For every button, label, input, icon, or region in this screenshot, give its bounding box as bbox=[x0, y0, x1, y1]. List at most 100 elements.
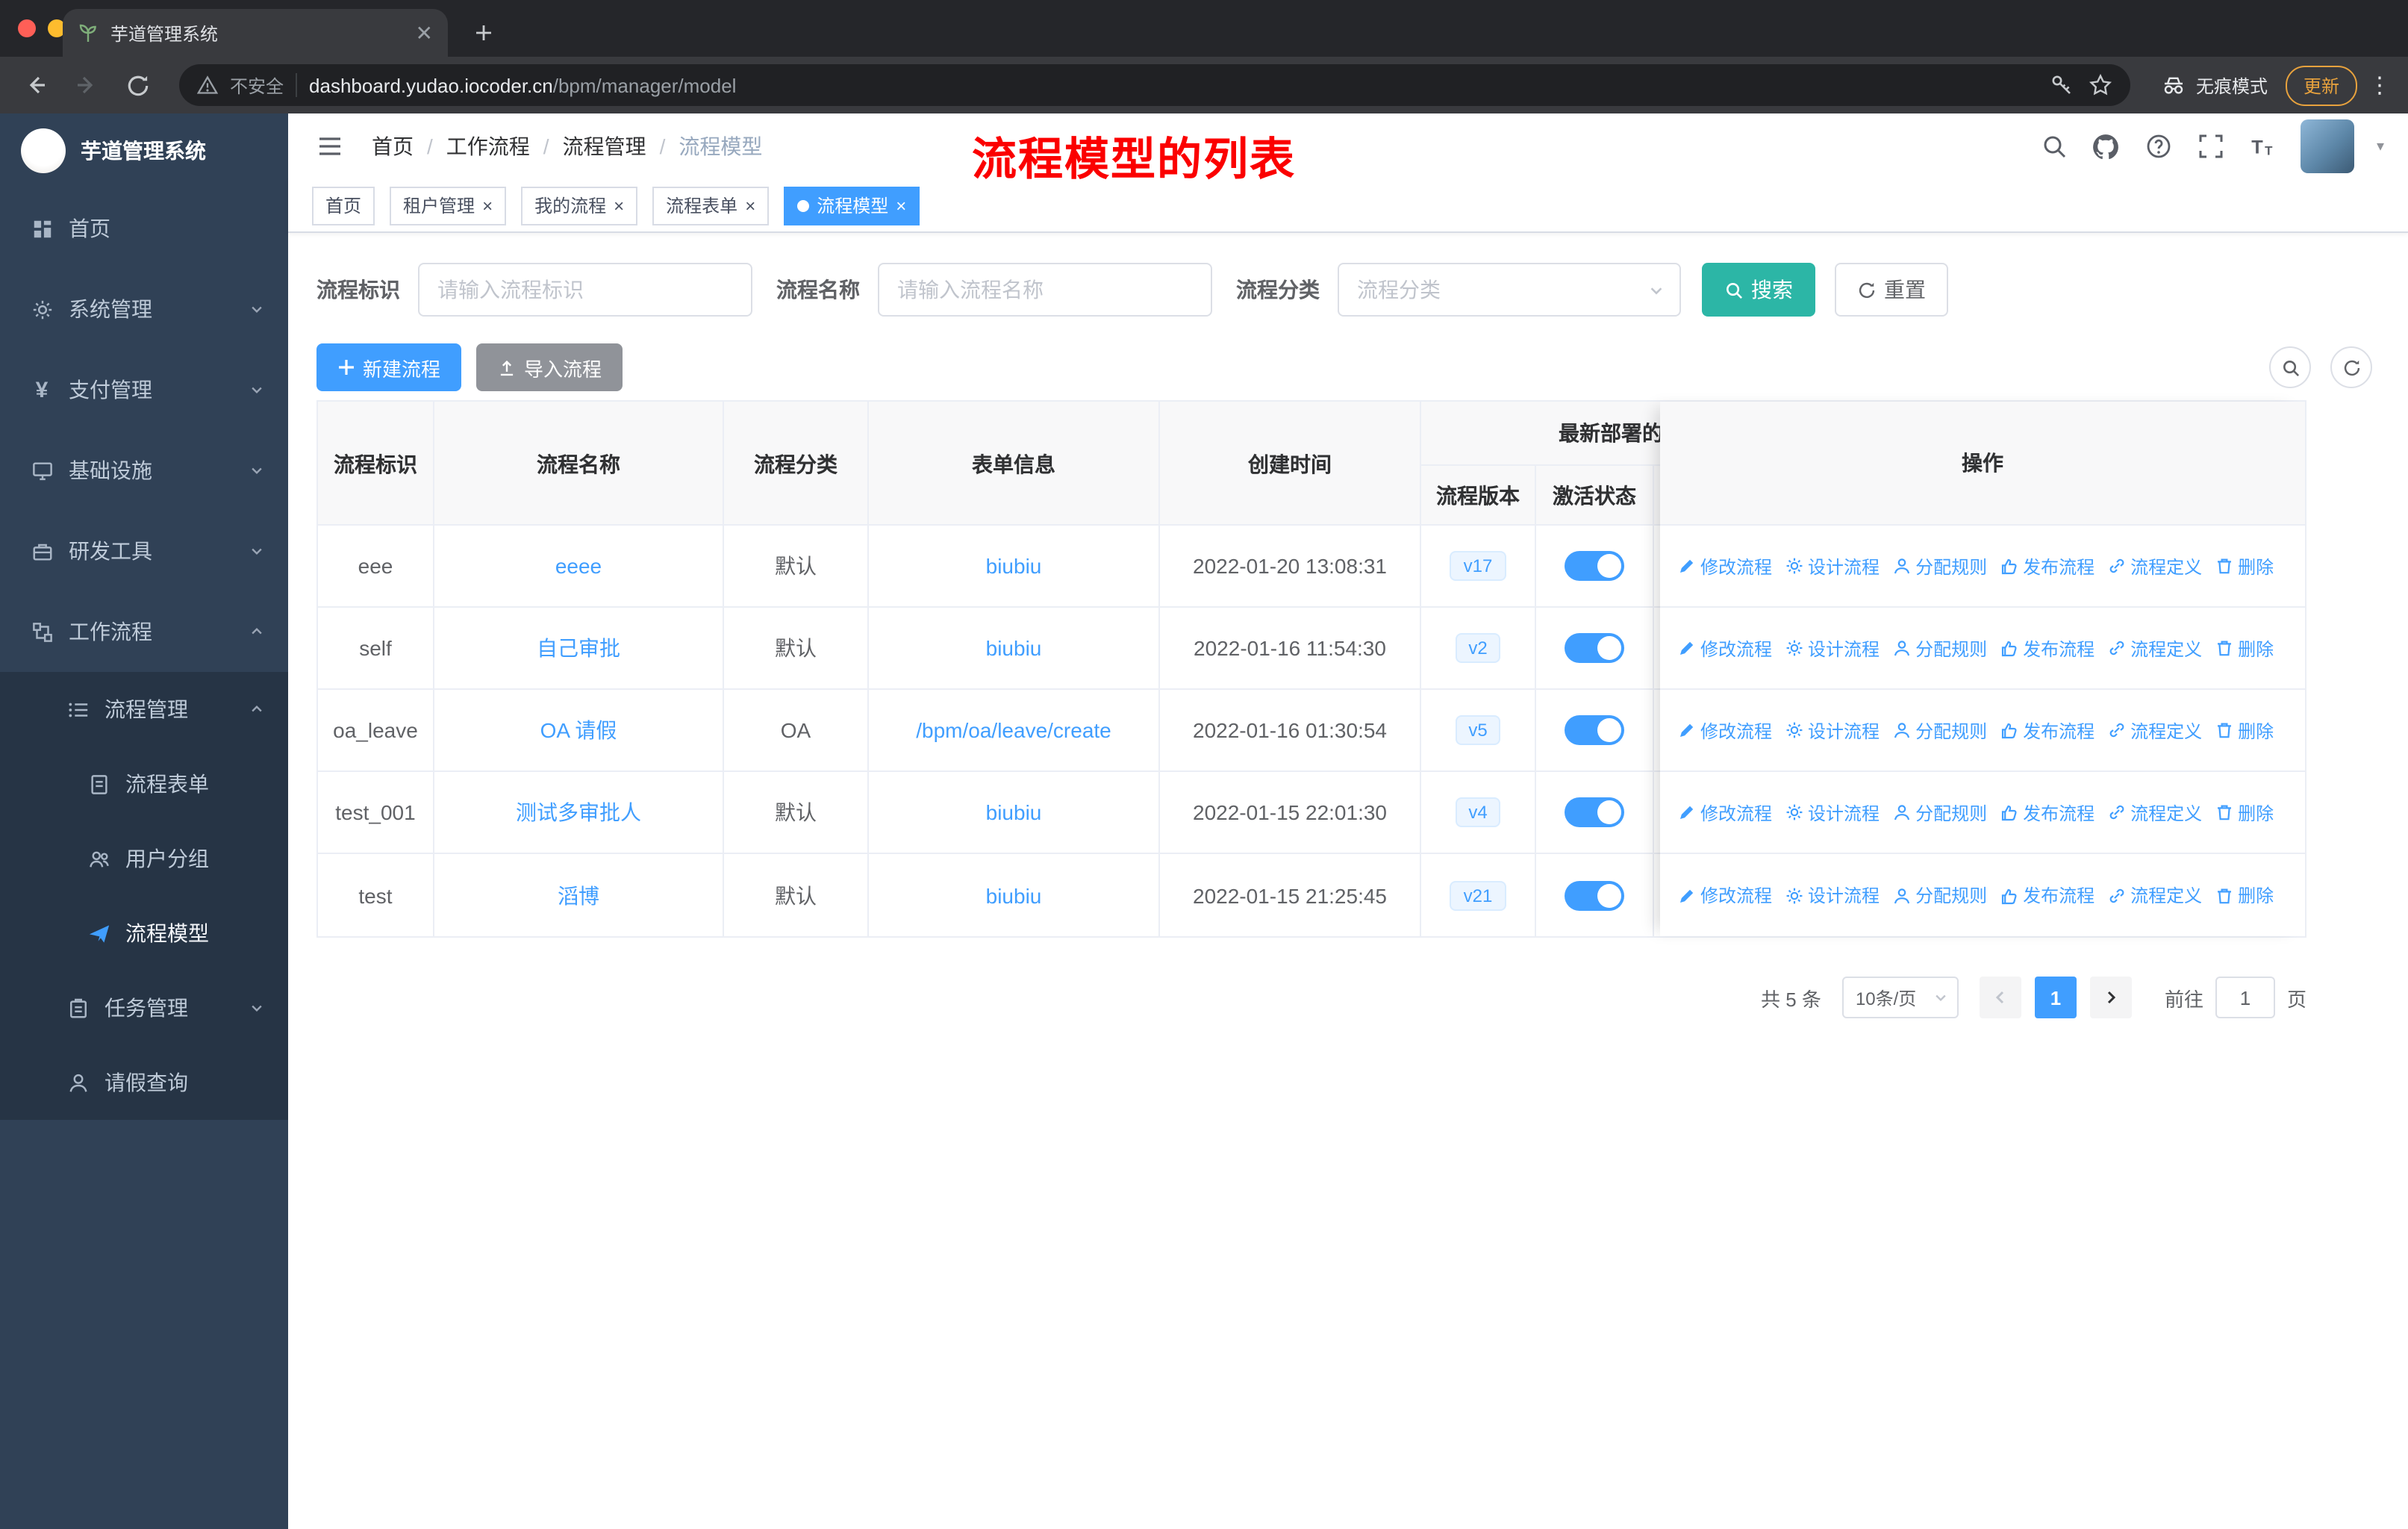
avatar-caret-icon[interactable]: ▾ bbox=[2377, 138, 2384, 155]
sidebar-item-leave-query[interactable]: 请假查询 bbox=[0, 1045, 288, 1120]
page-size-select[interactable]: 10条/页 bbox=[1841, 977, 1959, 1018]
publish-process-link[interactable]: 发布流程 bbox=[2000, 635, 2094, 661]
assign-rule-link[interactable]: 分配规则 bbox=[1893, 800, 1987, 825]
process-definition-link[interactable]: 流程定义 bbox=[2108, 635, 2202, 661]
github-icon[interactable] bbox=[2092, 131, 2121, 161]
delete-link[interactable]: 删除 bbox=[2215, 635, 2274, 661]
browser-menu-icon[interactable]: ⋮ bbox=[2366, 72, 2393, 99]
sidebar-item-task-management[interactable]: 任务管理 bbox=[0, 971, 288, 1045]
process-definition-link[interactable]: 流程定义 bbox=[2108, 882, 2202, 908]
sidebar-item-user-group[interactable]: 用户分组 bbox=[0, 821, 288, 896]
active-toggle[interactable] bbox=[1565, 880, 1624, 910]
design-process-link[interactable]: 设计流程 bbox=[1785, 635, 1880, 661]
active-toggle[interactable] bbox=[1565, 715, 1624, 745]
sidebar-logo[interactable]: 芋道管理系统 bbox=[0, 113, 288, 188]
assign-rule-link[interactable]: 分配规则 bbox=[1893, 717, 1987, 743]
publish-process-link[interactable]: 发布流程 bbox=[2000, 553, 2094, 579]
edit-process-link[interactable]: 修改流程 bbox=[1678, 635, 1772, 661]
fullscreen-icon[interactable] bbox=[2196, 131, 2226, 161]
close-icon[interactable]: × bbox=[896, 195, 906, 216]
process-name-input[interactable] bbox=[878, 263, 1212, 317]
design-process-link[interactable]: 设计流程 bbox=[1785, 717, 1880, 743]
form-info-link[interactable]: /bpm/oa/leave/create bbox=[916, 718, 1111, 742]
breadcrumb-workflow[interactable]: 工作流程 bbox=[446, 131, 530, 161]
design-process-link[interactable]: 设计流程 bbox=[1785, 800, 1880, 825]
active-toggle[interactable] bbox=[1565, 797, 1624, 827]
edit-process-link[interactable]: 修改流程 bbox=[1678, 717, 1772, 743]
design-process-link[interactable]: 设计流程 bbox=[1785, 553, 1880, 579]
search-button[interactable]: 搜索 bbox=[1702, 263, 1815, 317]
sidebar-item-dev-tools[interactable]: 研发工具 bbox=[0, 511, 288, 591]
password-key-icon[interactable] bbox=[2050, 73, 2074, 97]
user-avatar[interactable] bbox=[2300, 119, 2354, 173]
delete-link[interactable]: 删除 bbox=[2215, 717, 2274, 743]
close-icon[interactable]: × bbox=[614, 195, 624, 216]
tab-home[interactable]: 首页 bbox=[312, 186, 375, 225]
browser-tab[interactable]: 芋道管理系统 ✕ bbox=[63, 9, 448, 57]
prev-page-button[interactable] bbox=[1979, 977, 2021, 1018]
active-toggle[interactable] bbox=[1565, 551, 1624, 581]
publish-process-link[interactable]: 发布流程 bbox=[2000, 800, 2094, 825]
sidebar-item-process-model[interactable]: 流程模型 bbox=[0, 896, 288, 971]
process-name-link[interactable]: eeee bbox=[555, 554, 602, 578]
sidebar-item-workflow[interactable]: 工作流程 bbox=[0, 591, 288, 672]
publish-process-link[interactable]: 发布流程 bbox=[2000, 717, 2094, 743]
address-bar[interactable]: 不安全 dashboard.yudao.iocoder.cn/bpm/manag… bbox=[179, 64, 2130, 106]
process-name-link[interactable]: 滔博 bbox=[558, 880, 599, 910]
design-process-link[interactable]: 设计流程 bbox=[1785, 882, 1880, 908]
process-name-link[interactable]: 测试多审批人 bbox=[516, 797, 641, 827]
edit-process-link[interactable]: 修改流程 bbox=[1678, 553, 1772, 579]
delete-link[interactable]: 删除 bbox=[2215, 553, 2274, 579]
import-process-button[interactable]: 导入流程 bbox=[476, 343, 623, 391]
tab-my-process[interactable]: 我的流程 × bbox=[521, 186, 638, 225]
tab-process-model[interactable]: 流程模型 × bbox=[784, 186, 920, 225]
sidebar-item-process-management[interactable]: 流程管理 bbox=[0, 672, 288, 747]
publish-process-link[interactable]: 发布流程 bbox=[2000, 882, 2094, 908]
sidebar-item-infrastructure[interactable]: 基础设施 bbox=[0, 430, 288, 511]
process-name-link[interactable]: OA 请假 bbox=[540, 715, 617, 745]
edit-process-link[interactable]: 修改流程 bbox=[1678, 882, 1772, 908]
refresh-table-button[interactable] bbox=[2330, 346, 2372, 388]
goto-page-input[interactable] bbox=[2215, 977, 2275, 1018]
help-icon[interactable] bbox=[2144, 131, 2174, 161]
form-info-link[interactable]: biubiu bbox=[986, 800, 1042, 824]
form-info-link[interactable]: biubiu bbox=[986, 636, 1042, 660]
close-icon[interactable]: × bbox=[482, 195, 493, 216]
forward-button[interactable] bbox=[66, 64, 107, 106]
breadcrumb-process-management[interactable]: 流程管理 bbox=[563, 131, 646, 161]
breadcrumb-home[interactable]: 首页 bbox=[372, 131, 414, 161]
assign-rule-link[interactable]: 分配规则 bbox=[1893, 553, 1987, 579]
tab-process-form[interactable]: 流程表单 × bbox=[652, 186, 770, 225]
sidebar-item-process-form[interactable]: 流程表单 bbox=[0, 747, 288, 821]
reload-button[interactable] bbox=[116, 64, 158, 106]
process-id-input[interactable] bbox=[418, 263, 752, 317]
delete-link[interactable]: 删除 bbox=[2215, 800, 2274, 825]
create-process-button[interactable]: 新建流程 bbox=[316, 343, 462, 391]
delete-link[interactable]: 删除 bbox=[2215, 882, 2274, 908]
tab-close-icon[interactable]: ✕ bbox=[416, 22, 433, 43]
back-button[interactable] bbox=[15, 64, 57, 106]
tab-tenant-management[interactable]: 租户管理 × bbox=[390, 186, 507, 225]
next-page-button[interactable] bbox=[2089, 977, 2132, 1018]
sidebar-item-system[interactable]: 系统管理 bbox=[0, 269, 288, 349]
search-icon[interactable] bbox=[2039, 131, 2069, 161]
font-size-icon[interactable]: TT bbox=[2248, 131, 2278, 161]
reset-button[interactable]: 重置 bbox=[1835, 263, 1948, 317]
assign-rule-link[interactable]: 分配规则 bbox=[1893, 882, 1987, 908]
process-definition-link[interactable]: 流程定义 bbox=[2108, 553, 2202, 579]
bookmark-star-icon[interactable] bbox=[2089, 73, 2112, 97]
toggle-search-button[interactable] bbox=[2269, 346, 2311, 388]
new-tab-button[interactable] bbox=[466, 15, 502, 51]
sidebar-item-home[interactable]: 首页 bbox=[0, 188, 288, 269]
process-definition-link[interactable]: 流程定义 bbox=[2108, 800, 2202, 825]
process-category-select[interactable]: 流程分类 bbox=[1338, 263, 1681, 317]
process-name-link[interactable]: 自己审批 bbox=[537, 633, 620, 663]
assign-rule-link[interactable]: 分配规则 bbox=[1893, 635, 1987, 661]
update-button[interactable]: 更新 bbox=[2285, 65, 2357, 105]
process-definition-link[interactable]: 流程定义 bbox=[2108, 717, 2202, 743]
edit-process-link[interactable]: 修改流程 bbox=[1678, 800, 1772, 825]
close-icon[interactable]: × bbox=[745, 195, 755, 216]
sidebar-collapse-icon[interactable] bbox=[312, 128, 348, 164]
form-info-link[interactable]: biubiu bbox=[986, 883, 1042, 907]
sidebar-item-payment[interactable]: ¥ 支付管理 bbox=[0, 349, 288, 430]
